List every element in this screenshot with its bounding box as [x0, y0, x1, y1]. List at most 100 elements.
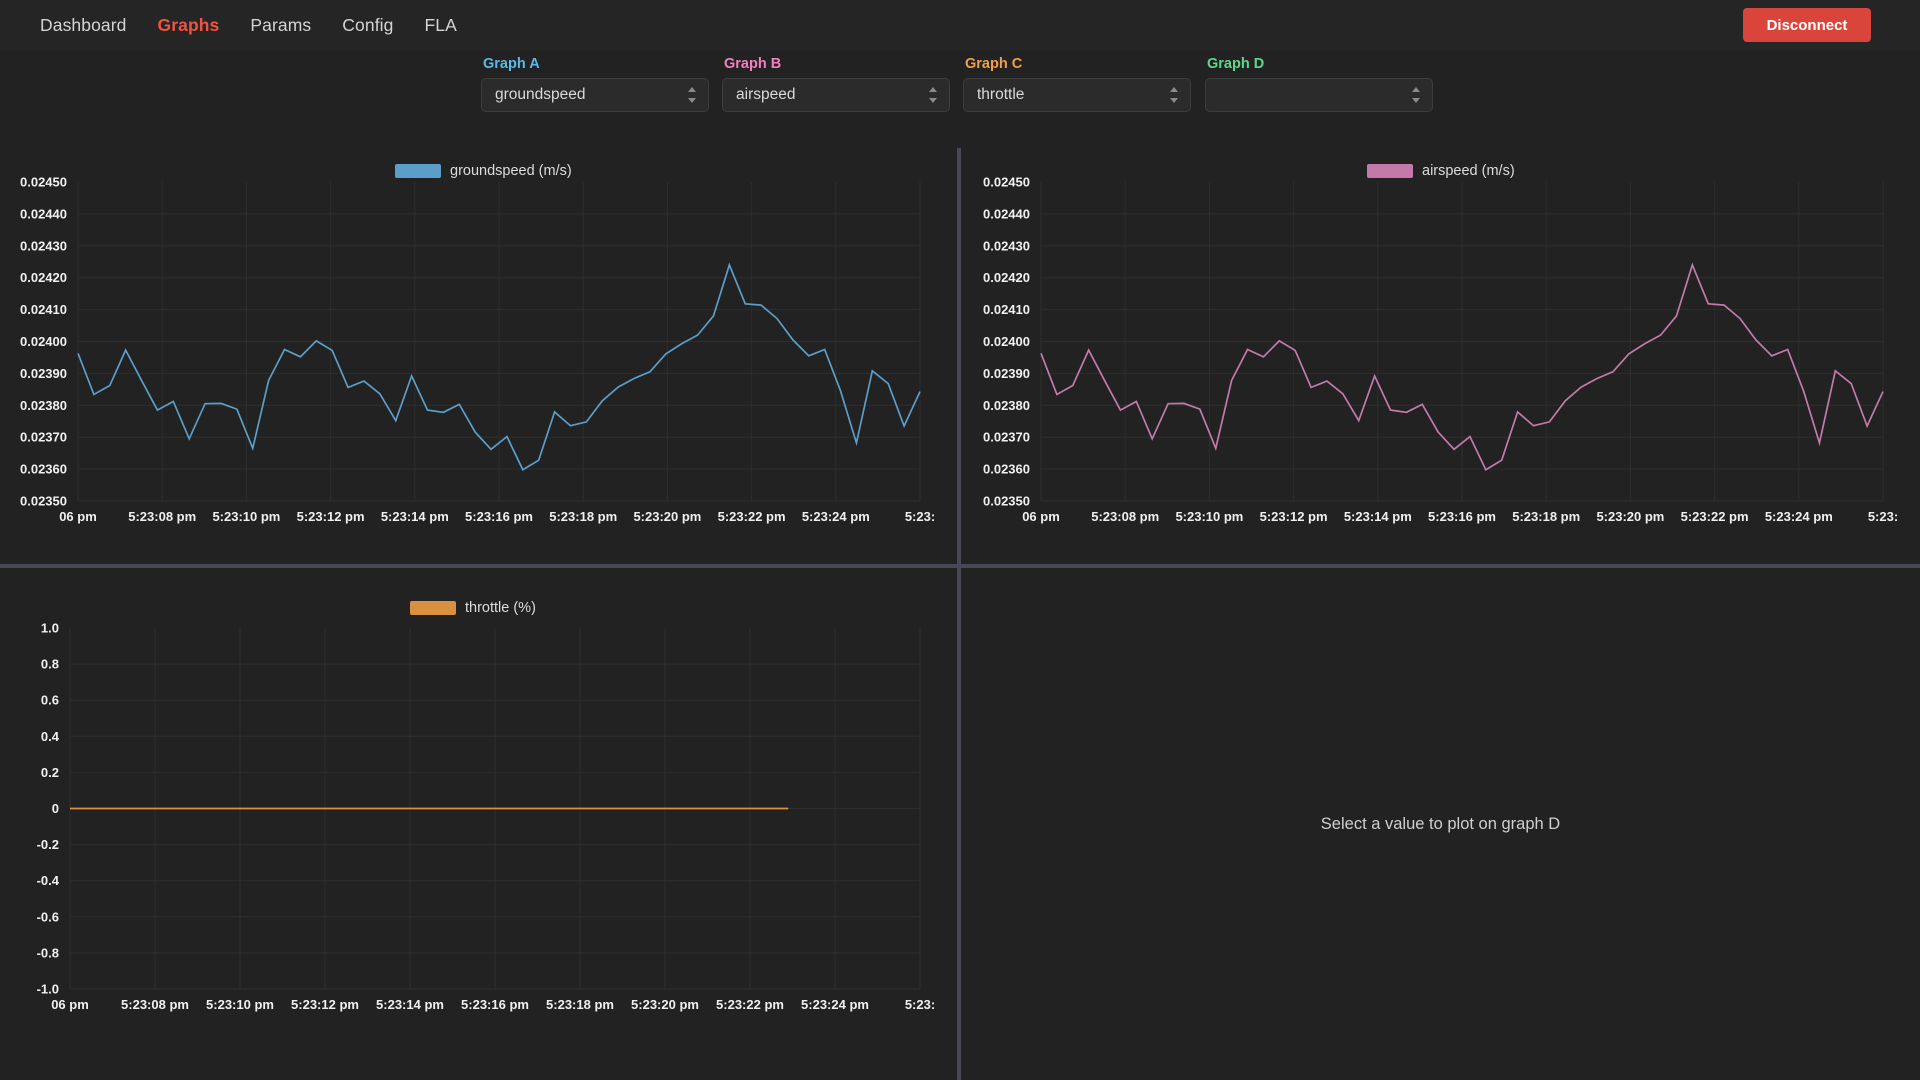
x-axis-tick-label: 5:23:12 pm: [291, 997, 359, 1012]
y-axis-tick-label: -0.8: [37, 945, 59, 960]
x-axis-tick-label: 5:23:10 pm: [212, 509, 280, 524]
x-axis-tick-label: 06 pm: [1022, 509, 1060, 524]
graph-b-value: airspeed: [736, 86, 796, 103]
y-axis-tick-label: 0.2: [41, 765, 59, 780]
y-axis-tick-label: -1.0: [37, 982, 59, 997]
stepper-icon[interactable]: [1169, 87, 1179, 103]
y-axis-tick-label: 0.02380: [20, 398, 67, 413]
y-axis-tick-label: 0: [52, 801, 59, 816]
y-axis-tick-label: 0.02390: [983, 366, 1030, 381]
x-axis-tick-label: 5:23:12 pm: [297, 509, 365, 524]
nav-item-config[interactable]: Config: [342, 15, 393, 36]
y-axis-tick-label: 0.02360: [983, 462, 1030, 477]
chart-grid: groundspeed (m/s) 0.02450 0.02440 0.02430 0…: [0, 148, 1920, 1080]
y-axis-tick-label: 0.02430: [983, 238, 1030, 253]
x-axis-tick-label: 5:23:22 pm: [1681, 509, 1749, 524]
graph-selector-row: Graph A groundspeed Graph B airspeed Gra…: [0, 51, 1920, 148]
y-axis-tick-label: 0.02420: [983, 270, 1030, 285]
x-axis-tick-label: 5:23:20 pm: [631, 997, 699, 1012]
x-axis-tick-label: 5:23:08 pm: [1091, 509, 1159, 524]
x-axis-tick-label: 5:23:22 pm: [716, 997, 784, 1012]
x-axis-tick-label: 5:23:12 pm: [1260, 509, 1328, 524]
graph-a-label: Graph A: [483, 56, 540, 72]
x-axis-tick-label: 06 pm: [51, 997, 89, 1012]
nav-item-fla[interactable]: FLA: [424, 15, 456, 36]
x-axis-tick-label: 5:23:10 pm: [206, 997, 274, 1012]
y-axis-tick-label: 0.02370: [983, 430, 1030, 445]
y-axis-tick-label: 0.02350: [20, 494, 67, 509]
y-axis-tick-label: 1.0: [41, 621, 59, 636]
y-axis-tick-label: 0.02400: [20, 334, 67, 349]
chart-b-plot: 0.02450 0.02440 0.02430 0.02420 0.02410 0.024…: [983, 175, 1898, 525]
x-axis-tick-label: 5:23:08 pm: [121, 997, 189, 1012]
x-axis-tick-label: 5:23:22 pm: [718, 509, 786, 524]
stepper-icon[interactable]: [1411, 87, 1421, 103]
graph-a-selector: Graph A groundspeed: [481, 56, 709, 112]
graph-c-select[interactable]: throttle: [963, 78, 1191, 112]
y-axis-tick-label: 0.02450: [983, 175, 1030, 190]
y-axis-tick-label: 0.02370: [20, 430, 67, 445]
x-axis-tick-label: 5:23:24 pm: [801, 997, 869, 1012]
y-axis-tick-label: -0.2: [37, 837, 59, 852]
nav-item-graphs[interactable]: Graphs: [158, 15, 220, 36]
graph-a-value: groundspeed: [495, 86, 586, 103]
graph-a-select[interactable]: groundspeed: [481, 78, 709, 112]
y-axis-tick-label: -0.4: [37, 873, 60, 888]
stepper-icon[interactable]: [928, 87, 938, 103]
chart-panel-d[interactable]: Select a value to plot on graph D: [961, 568, 1920, 1080]
y-axis-tick-label: 0.02440: [983, 206, 1030, 221]
y-axis-tick-label: 0.02410: [983, 302, 1030, 317]
x-axis-tick-label: 5:23:18 pm: [1512, 509, 1580, 524]
x-axis-tick-label: 06 pm: [59, 509, 97, 524]
graph-b-label: Graph B: [724, 56, 782, 72]
y-axis-tick-label: 0.6: [41, 693, 59, 708]
disconnect-button[interactable]: Disconnect: [1743, 8, 1871, 42]
x-axis-tick-label: 5:23:20 pm: [633, 509, 701, 524]
y-axis-tick-label: 0.02390: [20, 366, 67, 381]
graph-d-select[interactable]: [1205, 78, 1433, 112]
x-axis-tick-label: 5:23:: [905, 997, 935, 1012]
chart-panel-a[interactable]: groundspeed (m/s) 0.02450 0.02440 0.02430 0…: [0, 148, 957, 564]
x-axis-tick-label: 5:23:14 pm: [1344, 509, 1412, 524]
y-axis-tick-label: 0.02430: [20, 238, 67, 253]
x-axis-tick-label: 5:23:16 pm: [461, 997, 529, 1012]
y-axis-tick-label: -0.6: [37, 909, 59, 924]
y-axis-tick-label: 0.02360: [20, 462, 67, 477]
y-axis-tick-label: 0.02380: [983, 398, 1030, 413]
y-axis-tick-label: 0.8: [41, 657, 59, 672]
x-axis-tick-label: 5:23:24 pm: [1765, 509, 1833, 524]
y-axis-tick-label: 0.02410: [20, 302, 67, 317]
chart-panel-b[interactable]: airspeed (m/s) 0.02450 0.02440 0.02430 0.02…: [961, 148, 1920, 564]
x-axis-tick-label: 5:23:10 pm: [1175, 509, 1243, 524]
y-axis-tick-label: 0.02440: [20, 206, 67, 221]
y-axis-tick-label: 0.02420: [20, 270, 67, 285]
graph-b-select[interactable]: airspeed: [722, 78, 950, 112]
graph-d-selector: Graph D: [1205, 56, 1433, 112]
x-axis-tick-label: 5:23:: [905, 509, 935, 524]
y-axis-tick-label: 0.4: [41, 729, 60, 744]
graph-b-selector: Graph B airspeed: [722, 56, 950, 112]
x-axis-tick-label: 5:23:18 pm: [549, 509, 617, 524]
x-axis-tick-label: 5:23:18 pm: [546, 997, 614, 1012]
nav-item-dashboard[interactable]: Dashboard: [40, 15, 127, 36]
y-axis-tick-label: 0.02400: [983, 334, 1030, 349]
x-axis-tick-label: 5:23:24 pm: [802, 509, 870, 524]
graph-c-selector: Graph C throttle: [963, 56, 1191, 112]
x-axis-tick-label: 5:23:08 pm: [128, 509, 196, 524]
graph-c-value: throttle: [977, 86, 1025, 103]
y-axis-tick-label: 0.02450: [20, 175, 67, 190]
x-axis-tick-label: 5:23:: [1868, 509, 1898, 524]
nav-item-list: Dashboard Graphs Params Config FLA: [40, 15, 457, 36]
chart-panel-c[interactable]: throttle (%) 1.0 0.8 0.6 0.4 0.2 0 -0.2 -0.4 -0.…: [0, 568, 957, 1080]
top-navbar: Dashboard Graphs Params Config FLA Disco…: [0, 0, 1920, 51]
graph-d-empty-message: Select a value to plot on graph D: [1320, 814, 1561, 833]
chart-c-plot: 1.0 0.8 0.6 0.4 0.2 0 -0.2 -0.4 -0.6 -0.8 -1.006 p…: [37, 621, 936, 1013]
graph-c-label: Graph C: [965, 56, 1023, 72]
x-axis-tick-label: 5:23:14 pm: [376, 997, 444, 1012]
x-axis-tick-label: 5:23:16 pm: [1428, 509, 1496, 524]
stepper-icon[interactable]: [687, 87, 697, 103]
nav-item-params[interactable]: Params: [250, 15, 311, 36]
chart-a-plot: 0.02450 0.02440 0.02430 0.02420 0.02410 0.024…: [20, 175, 935, 525]
x-axis-tick-label: 5:23:20 pm: [1596, 509, 1664, 524]
x-axis-tick-label: 5:23:16 pm: [465, 509, 533, 524]
